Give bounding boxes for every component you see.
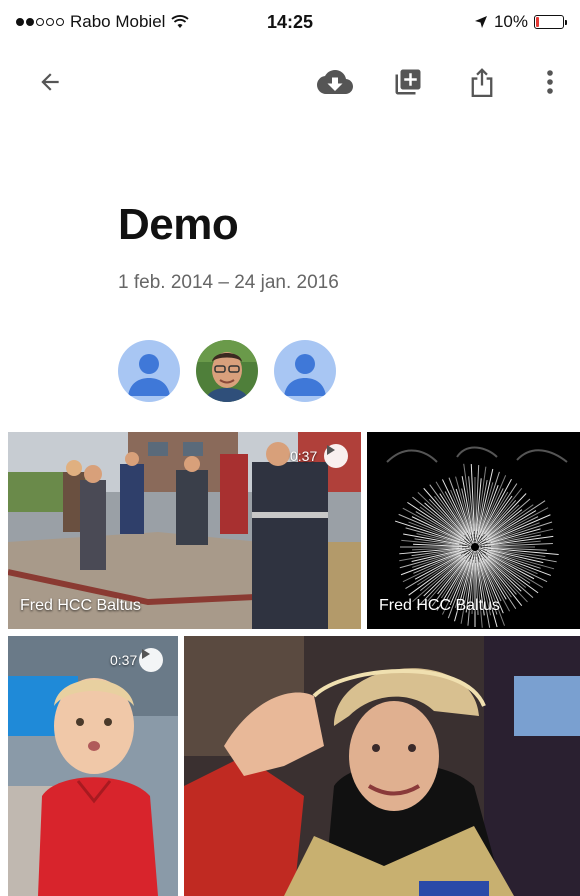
contributor-avatar-2[interactable] — [196, 340, 258, 402]
toolbar — [0, 54, 580, 110]
more-options-button[interactable] — [528, 60, 572, 104]
person-icon — [128, 354, 170, 396]
album-title[interactable]: Demo — [118, 200, 239, 250]
status-right: 10% — [474, 12, 567, 32]
share-button[interactable] — [460, 60, 504, 104]
media-tile-1[interactable]: 0:37 Fred HCC Baltus — [8, 432, 361, 629]
contributor-avatar-1[interactable] — [118, 340, 180, 402]
media-tile-4[interactable] — [184, 636, 580, 896]
more-vertical-icon — [547, 70, 553, 94]
battery-icon — [534, 15, 567, 29]
person-photo — [196, 340, 258, 402]
media-owner-label: Fred HCC Baltus — [379, 597, 500, 614]
battery-level — [536, 17, 539, 27]
share-icon — [471, 68, 493, 97]
play-icon — [324, 444, 348, 468]
battery-percentage: 10% — [493, 12, 528, 31]
contributor-avatar-3[interactable] — [274, 340, 336, 402]
status-bar: Rabo Mobiel 14:25 10% — [0, 0, 580, 44]
video-duration: 0:37 — [290, 448, 318, 464]
media-tile-3[interactable]: 0:37 — [8, 636, 178, 896]
person-icon — [284, 354, 326, 396]
contributors — [118, 340, 336, 402]
back-button[interactable] — [28, 60, 72, 104]
video-thumbnail — [8, 636, 178, 896]
add-to-library-button[interactable] — [386, 60, 430, 104]
location-arrow-icon — [474, 16, 487, 28]
download-button[interactable] — [313, 60, 357, 104]
play-icon — [139, 648, 163, 672]
media-tile-2[interactable]: Fred HCC Baltus — [367, 432, 580, 629]
video-duration: 0:37 — [110, 652, 138, 668]
album-date-range: 1 feb. 2014 – 24 jan. 2016 — [118, 272, 339, 293]
add-to-library-icon — [395, 69, 421, 95]
cloud-download-icon — [317, 70, 353, 94]
media-owner-label: Fred HCC Baltus — [20, 597, 141, 614]
photo-thumbnail — [184, 636, 580, 896]
arrow-left-icon — [41, 73, 59, 91]
